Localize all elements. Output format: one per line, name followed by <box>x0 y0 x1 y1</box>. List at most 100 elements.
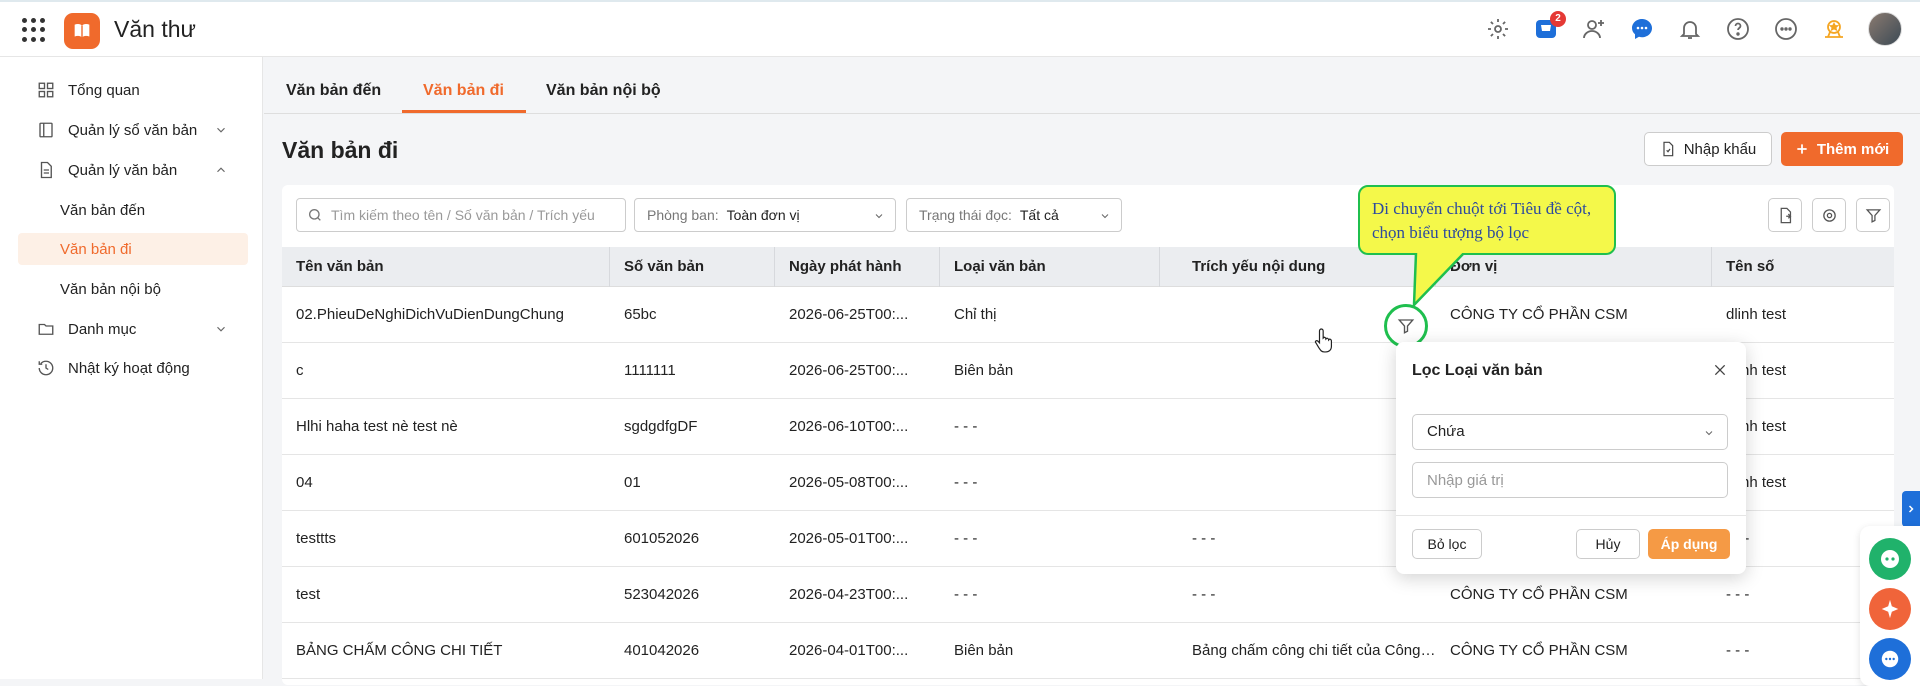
hand-cursor-icon <box>1314 328 1333 353</box>
cell-summary <box>1160 343 1436 399</box>
sidebar-item-overview[interactable]: Tổng quan <box>18 74 248 106</box>
chevron-down-icon <box>875 214 883 219</box>
page-title: Văn bản đi <box>282 137 399 163</box>
import-button[interactable]: Nhập khẩu <box>1644 132 1772 166</box>
read-status-select-value: Tất cả <box>1019 207 1059 223</box>
cell-issue-date: 2026-04-23T00:... <box>789 586 909 603</box>
read-status-select[interactable]: Trạng thái đọc: Tất cả <box>906 198 1122 232</box>
filter-operator-select[interactable]: Chứa <box>1412 414 1728 450</box>
sidebar-subitem-outgoing[interactable]: Văn bản đi <box>18 233 248 265</box>
cell-issue-date: 2026-05-01T00:... <box>789 530 909 547</box>
cell-summary <box>1160 399 1436 455</box>
more-icon[interactable] <box>1772 15 1800 43</box>
app-logo <box>64 13 100 49</box>
cell-name: Hlhi haha test nè test nè <box>296 418 458 435</box>
main-content: Văn bản đến Văn bản đi Văn bản nội bộ Vă… <box>264 57 1920 685</box>
cart-icon[interactable]: 2 <box>1532 11 1566 43</box>
search-box[interactable] <box>296 198 626 232</box>
column-header-issue-date[interactable]: Ngày phát hành <box>775 247 940 287</box>
sidebar-item-catalog[interactable]: Danh mục <box>18 313 248 345</box>
read-status-select-label: Trạng thái đọc: <box>919 207 1012 223</box>
cell-number: 401042026 <box>624 642 700 659</box>
tab-incoming[interactable]: Văn bản đến <box>286 82 381 100</box>
filter-value-input[interactable] <box>1412 462 1728 498</box>
cell-book-name: dlinh test <box>1726 306 1787 323</box>
sidebar-item-document-management[interactable]: Quản lý văn bản <box>18 154 248 186</box>
cell-summary: - - - <box>1192 586 1216 603</box>
history-icon <box>36 358 56 378</box>
cell-name: testtts <box>296 530 337 547</box>
column-settings-button[interactable] <box>1812 198 1846 232</box>
cell-issue-date: 2026-06-10T00:... <box>789 418 909 435</box>
chatbot-icon[interactable] <box>1869 538 1911 580</box>
tab-internal[interactable]: Văn bản nội bộ <box>546 82 661 100</box>
chevron-down-icon <box>1101 214 1109 219</box>
tab-outgoing[interactable]: Văn bản đi <box>423 82 504 100</box>
close-icon[interactable] <box>1712 362 1728 378</box>
cell-name: BẢNG CHẤM CÔNG CHI TIẾT <box>296 642 503 659</box>
table-row[interactable]: test 523042026 2026-04-23T00:... - - - - - -… <box>282 567 1894 623</box>
cell-number: sgdgdfgDF <box>624 418 698 435</box>
funnel-icon <box>1397 319 1415 334</box>
divider <box>1396 515 1746 516</box>
sidebar-subitem-label: Văn bản đi <box>60 240 132 258</box>
funnel-icon <box>1865 208 1881 223</box>
apply-button[interactable]: Áp dụng <box>1648 529 1730 559</box>
floating-actions <box>1860 526 1920 686</box>
column-header-name[interactable]: Tên văn bản <box>282 247 610 287</box>
cell-number: 601052026 <box>624 530 700 547</box>
sidebar-item-document-books[interactable]: Quản lý sổ văn bản <box>18 114 248 146</box>
add-new-button-label: Thêm mới <box>1816 140 1890 158</box>
cell-number: 523042026 <box>624 586 700 603</box>
column-header-type[interactable]: Loại văn bản <box>940 247 1160 287</box>
user-avatar[interactable] <box>1868 12 1902 46</box>
messenger-icon[interactable] <box>1869 638 1911 680</box>
cell-name: 04 <box>296 474 313 491</box>
cell-name: 02.PhieuDeNghiDichVuDienDungChung <box>296 306 564 323</box>
sidebar-subitem-incoming[interactable]: Văn bản đến <box>18 194 248 226</box>
cell-summary: Bảng chấm công chi tiết của Công ... <box>1192 642 1436 659</box>
cell-name: test <box>296 586 321 603</box>
table-row[interactable]: 02.PhieuDeNghiDichVuDienDungChung 65bc 202… <box>282 287 1894 343</box>
cell-type: - - - <box>954 586 978 603</box>
cell-type: - - - <box>954 474 978 491</box>
column-header-book-name[interactable]: Tên số <box>1712 247 1894 287</box>
app-title: Văn thư <box>114 16 196 42</box>
chevron-down-icon <box>217 127 225 133</box>
help-icon[interactable] <box>1724 15 1752 43</box>
ai-sparkle-icon[interactable] <box>1869 588 1911 630</box>
cell-issue-date: 2026-05-08T00:... <box>789 474 909 491</box>
settings-icon[interactable] <box>1484 15 1512 43</box>
sidebar-subitem-internal[interactable]: Văn bản nội bộ <box>18 273 248 305</box>
department-select[interactable]: Phòng ban: Toàn đơn vị <box>634 198 896 232</box>
search-input[interactable] <box>331 207 621 223</box>
cell-issue-date: 2026-06-25T00:... <box>789 306 909 323</box>
add-new-button[interactable]: Thêm mới <box>1781 132 1903 166</box>
tab-bar: Văn bản đến Văn bản đi Văn bản nội bộ <box>264 57 1920 114</box>
import-icon <box>1663 141 1673 157</box>
export-button[interactable] <box>1768 198 1802 232</box>
sidebar-item-activity-log[interactable]: Nhật ký hoạt động <box>18 352 248 384</box>
sidebar-item-label: Nhật ký hoạt động <box>68 359 190 377</box>
notification-badge: 2 <box>1550 11 1566 27</box>
chevron-down-icon <box>1705 431 1713 436</box>
cell-unit: CÔNG TY CỔ PHẦN CSM <box>1450 642 1628 659</box>
plus-icon <box>1797 144 1807 154</box>
award-icon[interactable] <box>1820 15 1848 43</box>
department-select-value: Toàn đơn vị <box>726 207 800 223</box>
dashboard-icon <box>36 80 56 100</box>
bell-icon[interactable] <box>1676 15 1704 43</box>
filter-button[interactable] <box>1856 198 1890 232</box>
app-launcher-icon[interactable] <box>22 18 46 42</box>
add-user-icon[interactable] <box>1580 15 1608 43</box>
side-panel-toggle[interactable] <box>1902 491 1920 527</box>
table-header: Tên văn bản Số văn bản Ngày phát hành Lo… <box>282 247 1894 287</box>
cancel-button[interactable]: Hủy <box>1576 529 1640 559</box>
export-file-icon <box>1780 207 1791 223</box>
clear-filter-button[interactable]: Bỏ lọc <box>1412 529 1482 559</box>
column-header-number[interactable]: Số văn bản <box>610 247 775 287</box>
chevron-right-icon <box>1908 505 1914 513</box>
table-row[interactable]: BẢNG CHẤM CÔNG CHI TIẾT 401042026 2026-04-… <box>282 623 1894 679</box>
filter-popover-title: Lọc Loại văn bản <box>1412 362 1543 379</box>
chat-icon[interactable] <box>1628 15 1656 43</box>
